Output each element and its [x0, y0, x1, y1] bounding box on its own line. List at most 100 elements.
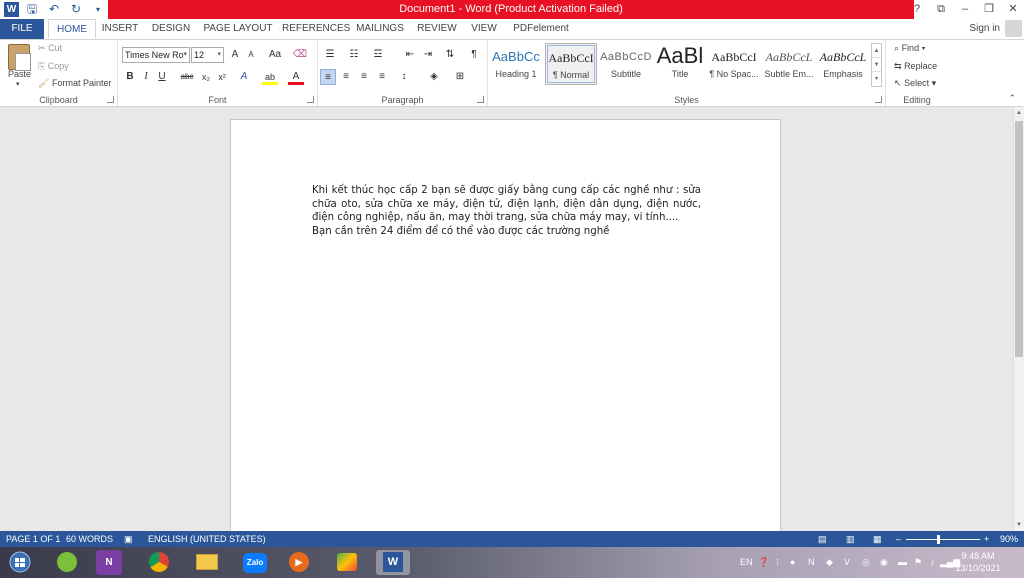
restore-icon[interactable]: ❐ [978, 0, 1000, 19]
shield-icon[interactable]: ◆ [826, 547, 833, 578]
help-icon[interactable]: ? [906, 0, 928, 19]
tab-home[interactable]: HOME [48, 19, 96, 39]
sign-in-link[interactable]: Sign in [969, 19, 1000, 39]
sort-icon[interactable]: ⇅ [442, 47, 458, 63]
print-layout-icon[interactable]: ▥ [846, 531, 855, 547]
flag-icon[interactable]: ⚑ [914, 547, 922, 578]
style-subtitle[interactable]: AaBbCcD Subtitle [600, 43, 652, 85]
onenote-icon[interactable]: N [96, 550, 122, 575]
styles-gallery-scroll[interactable]: ▲ ▼ ▾ [871, 43, 882, 87]
tab-file[interactable]: FILE [0, 19, 44, 39]
font-color-button[interactable]: A [288, 69, 304, 85]
zoom-in-button[interactable]: + [984, 531, 989, 547]
subscript-button[interactable]: x₂ [198, 69, 214, 85]
tab-references[interactable]: REFERENCES [282, 19, 350, 39]
shrink-font-button[interactable]: A [243, 47, 259, 63]
find-button[interactable]: ⌕ Find ▾ [894, 43, 925, 54]
zalo-tray-icon[interactable]: ● [790, 547, 795, 578]
file-explorer-icon[interactable] [190, 550, 224, 575]
zoom-out-button[interactable]: – [896, 531, 901, 547]
language-indicator[interactable]: ENGLISH (UNITED STATES) [148, 531, 266, 547]
select-button[interactable]: ↖ Select ▾ [894, 78, 936, 89]
shading-icon[interactable]: ◈ [426, 69, 442, 85]
tab-review[interactable]: REVIEW [416, 19, 458, 39]
read-mode-icon[interactable]: ▤ [818, 531, 827, 547]
copy-button[interactable]: ⎘ Copy [38, 61, 69, 72]
highlight-button[interactable]: ab [262, 69, 278, 85]
strikethrough-button[interactable]: abc [178, 69, 196, 85]
grow-font-button[interactable]: A [227, 47, 243, 63]
styles-launcher[interactable] [875, 96, 882, 103]
bold-button[interactable]: B [122, 69, 138, 85]
undo-icon[interactable]: ↶ [45, 1, 63, 18]
align-left-icon[interactable]: ≡ [320, 69, 336, 85]
app-folder-icon[interactable] [330, 550, 364, 575]
clear-formatting-icon[interactable]: ⌫ [292, 47, 308, 63]
avatar[interactable] [1005, 20, 1022, 37]
ribbon-display-options-icon[interactable]: ⧉ [930, 0, 952, 19]
opera-icon[interactable]: ◎ [862, 547, 870, 578]
chevron-down-icon[interactable]: ▼ [872, 58, 881, 72]
style-heading-1[interactable]: AaBbCc Heading 1 [490, 43, 542, 85]
zoom-level[interactable]: 90% [1000, 531, 1018, 547]
zalo-icon[interactable]: Zalo [238, 550, 272, 575]
save-icon[interactable]: 🖫 [23, 1, 41, 18]
more-styles-icon[interactable]: ▾ [872, 72, 881, 86]
system-clock[interactable]: 9:48 AM 13/10/2021 [948, 550, 1008, 574]
paste-button[interactable]: Paste [8, 69, 31, 79]
paragraph-launcher[interactable] [477, 96, 484, 103]
multilevel-list-icon[interactable]: ☲ [370, 47, 386, 63]
paste-icon[interactable] [8, 44, 31, 71]
font-launcher[interactable] [307, 96, 314, 103]
replace-button[interactable]: ⇆ Replace [894, 61, 937, 72]
cut-button[interactable]: ✂ Cut [38, 43, 62, 54]
justify-icon[interactable]: ≡ [374, 69, 390, 85]
change-case-button[interactable]: Aa [264, 47, 286, 63]
scrollbar-thumb[interactable] [1015, 121, 1023, 357]
input-language[interactable]: EN [740, 547, 753, 578]
tab-insert[interactable]: INSERT [98, 19, 142, 39]
align-right-icon[interactable]: ≡ [356, 69, 372, 85]
collapse-ribbon-icon[interactable]: ⌃ [1008, 93, 1016, 104]
style-title[interactable]: AaBl Title [654, 43, 706, 85]
style-emphasis[interactable]: AaBbCcL Emphasis [817, 43, 869, 85]
style-subtle-emphasis[interactable]: AaBbCcL Subtle Em... [763, 43, 815, 85]
scroll-up-icon[interactable]: ▲ [1014, 107, 1024, 119]
vertical-scrollbar[interactable]: ▲ ▼ [1013, 107, 1024, 531]
v-tray-icon[interactable]: V [844, 547, 850, 578]
document-body[interactable]: Khi kết thúc học cấp 2 bạn sẽ được giấy … [312, 184, 701, 238]
font-family-select[interactable]: Times New Ro ▾ [122, 47, 190, 63]
ccleaner-icon[interactable] [50, 550, 84, 575]
n-tray-icon[interactable]: N [808, 547, 815, 578]
font-size-select[interactable]: 12 ▾ [191, 47, 224, 63]
text-effects-button[interactable]: A [236, 69, 252, 85]
zoom-slider-thumb[interactable] [937, 535, 940, 544]
document-page[interactable]: Khi kết thúc học cấp 2 bạn sẽ được giấy … [230, 119, 781, 539]
numbering-icon[interactable]: ☷ [346, 47, 362, 63]
redo-icon[interactable]: ↻ [67, 1, 85, 18]
superscript-button[interactable]: x² [214, 69, 230, 85]
style-normal[interactable]: AaBbCcI ¶ Normal [545, 43, 597, 85]
battery-icon[interactable]: ▬ [898, 547, 907, 578]
word-app-icon[interactable]: W [4, 2, 19, 17]
scroll-down-icon[interactable]: ▼ [1014, 519, 1024, 531]
chrome-icon[interactable] [142, 550, 176, 575]
word-taskbar-icon[interactable]: W [376, 550, 410, 575]
start-button[interactable] [4, 550, 36, 575]
tab-view[interactable]: VIEW [467, 19, 501, 39]
style-no-spacing[interactable]: AaBbCcI ¶ No Spac... [708, 43, 760, 85]
tab-pdfelement[interactable]: PDFelement [510, 19, 572, 39]
tab-mailings[interactable]: MAILINGS [354, 19, 406, 39]
minimize-icon[interactable]: – [954, 0, 976, 19]
page-count[interactable]: PAGE 1 OF 1 [6, 531, 60, 547]
show-marks-button[interactable]: ¶ [466, 47, 482, 63]
borders-icon[interactable]: ⊞ [452, 69, 468, 85]
customize-qat-icon[interactable]: ▾ [89, 1, 107, 18]
chevron-up-icon[interactable]: ▲ [872, 44, 881, 58]
tab-design[interactable]: DESIGN [148, 19, 194, 39]
document-paragraph[interactable]: Khi kết thúc học cấp 2 bạn sẽ được giấy … [312, 184, 701, 225]
increase-indent-icon[interactable]: ⇥ [420, 47, 436, 63]
paste-dropdown-icon[interactable]: ▾ [16, 80, 20, 88]
italic-button[interactable]: I [138, 69, 154, 85]
underline-button[interactable]: U [154, 69, 170, 85]
